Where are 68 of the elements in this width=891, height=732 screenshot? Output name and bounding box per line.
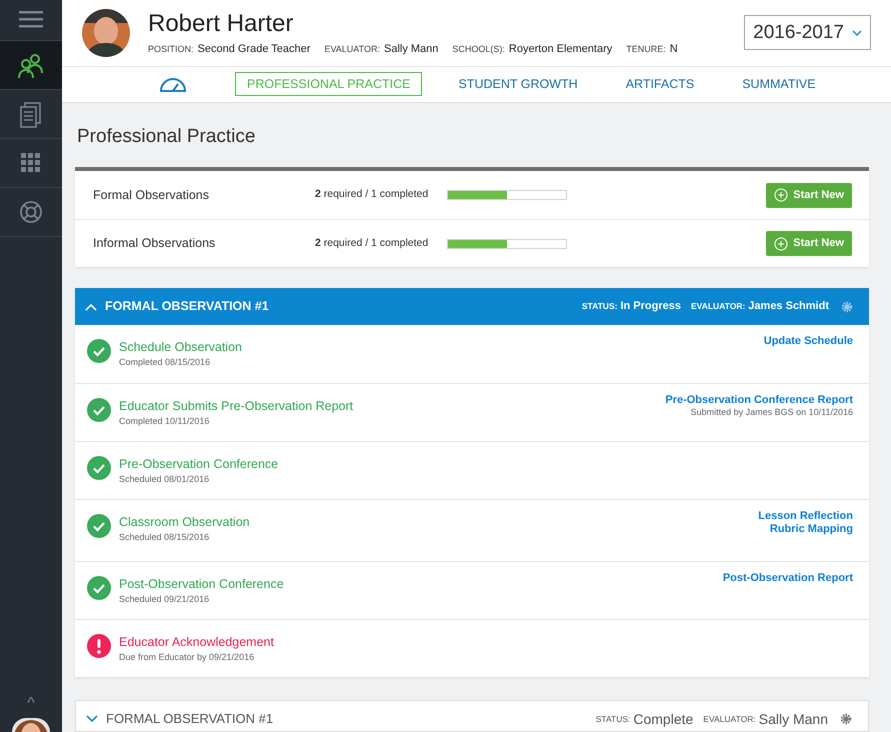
start-new-button[interactable]: Start New <box>766 231 852 256</box>
evaluator-label: EVALUATOR: <box>703 712 756 726</box>
field-value: N <box>670 42 678 57</box>
step-detail: Scheduled 08/15/2016 <box>119 531 210 544</box>
step-title: Post-Observation Conference <box>119 576 285 592</box>
status-value: Complete <box>633 710 694 729</box>
settings-icon[interactable] <box>841 300 853 312</box>
nav-tab[interactable]: PROFESSIONAL PRACTICE <box>235 72 422 96</box>
step-link[interactable]: Update Schedule <box>764 335 853 348</box>
progress-text: 2 required / 1 completed <box>315 187 430 202</box>
evaluator-value: James Schmidt <box>748 299 829 314</box>
people-icon <box>17 51 45 79</box>
progress-text: 2 required / 1 completed <box>315 236 430 251</box>
status-label: STATUS: <box>596 712 630 726</box>
nav-tab[interactable]: SUMMATIVE <box>730 72 828 96</box>
status-label: STATUS: <box>582 300 618 313</box>
step-title: Classroom Observation <box>119 514 251 530</box>
step-title: Educator Submits Pre-Observation Report <box>119 398 354 414</box>
field-label: EVALUATOR: <box>324 42 380 56</box>
evaluator-label: EVALUATOR: <box>690 300 746 313</box>
observation-type: Formal Observations <box>93 186 210 204</box>
field-label: SCHOOL(S): <box>452 42 505 56</box>
lifebuoy-icon <box>17 198 45 226</box>
check-icon <box>87 514 111 538</box>
field-label: POSITION: <box>148 42 194 56</box>
collapse-caret[interactable]: ^ <box>27 696 35 712</box>
check-icon <box>87 576 111 600</box>
observation-type: Informal Observations <box>93 235 216 252</box>
step-detail: Scheduled 08/01/2016 <box>119 473 210 486</box>
step-link[interactable]: Post-Observation Report <box>722 572 853 585</box>
check-icon <box>87 456 111 480</box>
status-value: In Progress <box>620 299 681 314</box>
check-icon <box>87 339 111 363</box>
nav-tab[interactable]: STUDENT GROWTH <box>446 72 590 96</box>
step-detail: Completed 10/11/2016 <box>119 415 210 428</box>
step-title: Educator Acknowledgement <box>119 634 275 650</box>
sidebar-item[interactable] <box>0 41 62 90</box>
step-detail: Completed 08/15/2016 <box>119 356 212 369</box>
observation-header[interactable]: FORMAL OBSERVATION #1 STATUS: In Progress EVALUATOR: James Schmidt <box>75 288 869 325</box>
step-detail: Scheduled 09/21/2016 <box>119 593 210 606</box>
page-title: Professional Practice <box>77 124 256 148</box>
start-new-button[interactable]: Start New <box>766 182 852 208</box>
step-detail: Due from Educator by 09/21/2016 <box>119 651 256 664</box>
person-name: Robert Harter <box>148 8 294 39</box>
step-title: Schedule Observation <box>119 339 243 355</box>
year-dropdown[interactable]: 2016-2017 <box>744 15 871 50</box>
chevron-down-icon <box>86 715 98 723</box>
chevron-down-icon <box>852 30 862 36</box>
observation-title: FORMAL OBSERVATION #1 <box>105 298 269 316</box>
field-value: Second Grade Teacher <box>198 42 310 57</box>
settings-icon[interactable] <box>840 713 852 725</box>
step-link[interactable]: Pre-Observation Conference Report <box>665 394 853 407</box>
nav-tab[interactable]: ARTIFACTS <box>614 72 706 96</box>
observation-title: FORMAL OBSERVATION #1 <box>106 710 274 728</box>
check-icon <box>87 398 111 422</box>
evaluator-value: Sally Mann <box>758 710 828 729</box>
step-title: Pre-Observation Conference <box>119 456 280 472</box>
plus-circle-icon <box>774 236 788 250</box>
step-note: Submitted by James BGS on 10/11/2016 <box>690 407 853 418</box>
observation-header[interactable]: FORMAL OBSERVATION #1 STATUS: Complete EVALUATOR: Sally Mann <box>76 701 868 731</box>
field-value: Sally Mann <box>384 42 438 57</box>
field-value: Royerton Elementary <box>508 42 612 57</box>
plus-circle-icon <box>774 188 788 202</box>
field-label: TENURE: <box>626 42 666 56</box>
chevron-up-icon <box>85 302 97 310</box>
step-link[interactable]: Lesson Reflection <box>758 510 853 523</box>
step-link[interactable]: Rubric Mapping <box>770 523 853 536</box>
alert-icon <box>87 634 111 658</box>
